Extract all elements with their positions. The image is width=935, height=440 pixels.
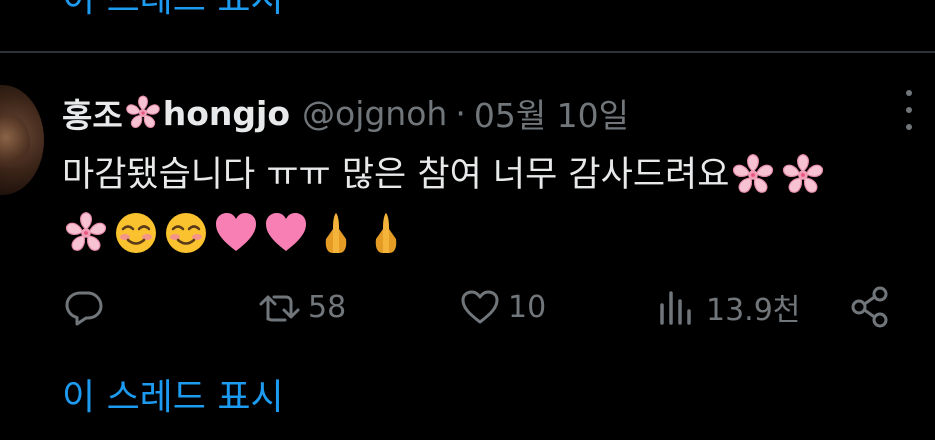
cherry-blossom-icon — [779, 151, 827, 199]
heart-icon — [458, 285, 502, 329]
tweet-divider — [0, 51, 935, 53]
show-thread-link-top[interactable]: 이 스레드 표시 — [62, 0, 284, 22]
views-button[interactable]: 13.9천 — [656, 282, 800, 332]
folded-hands-icon — [362, 209, 410, 257]
pink-heart-icon — [212, 209, 260, 257]
show-thread-link[interactable]: 이 스레드 표시 — [62, 375, 284, 421]
tweet-text-content: 마감됐습니다 ㅠㅠ 많은 참여 너무 감사드려요 — [62, 155, 730, 195]
avatar[interactable] — [0, 85, 44, 195]
author-name-prefix[interactable]: 홍조 — [62, 89, 123, 137]
cherry-blossom-icon — [123, 93, 163, 133]
cherry-blossom-icon — [729, 151, 777, 199]
like-button[interactable]: 10 — [458, 282, 546, 332]
share-button[interactable] — [848, 282, 892, 332]
tweet-text-line-2 — [62, 204, 922, 262]
tweet-header: 홍조 hongjo @ojgnoh · 05월 10일 — [62, 90, 629, 136]
author-handle[interactable]: @ojgnoh — [302, 94, 447, 133]
smiling-face-icon — [112, 209, 160, 257]
author-name-suffix[interactable]: hongjo — [163, 94, 290, 133]
retweet-count: 58 — [308, 289, 347, 325]
share-icon — [848, 285, 892, 329]
reply-icon — [62, 285, 106, 329]
pink-heart-icon — [262, 209, 310, 257]
tweet-date[interactable]: 05월 10일 — [474, 89, 629, 137]
views-icon — [656, 285, 700, 329]
folded-hands-icon — [312, 209, 360, 257]
tweet-actions: 58 10 13.9천 — [62, 282, 922, 332]
retweet-button[interactable]: 58 — [258, 282, 346, 332]
like-count: 10 — [508, 289, 547, 325]
cherry-blossom-icon — [62, 209, 110, 257]
author-display-name[interactable]: 홍조 hongjo — [62, 89, 290, 137]
more-options-icon[interactable] — [897, 90, 921, 130]
header-separator: · — [455, 93, 466, 133]
retweet-icon — [258, 285, 302, 329]
tweet-text-line-1: 마감됐습니다 ㅠㅠ 많은 참여 너무 감사드려요 — [62, 146, 922, 204]
tweet-text: 마감됐습니다 ㅠㅠ 많은 참여 너무 감사드려요 — [62, 146, 922, 262]
views-count: 13.9천 — [706, 293, 801, 328]
smiling-face-icon — [162, 209, 210, 257]
reply-button[interactable] — [62, 282, 112, 332]
